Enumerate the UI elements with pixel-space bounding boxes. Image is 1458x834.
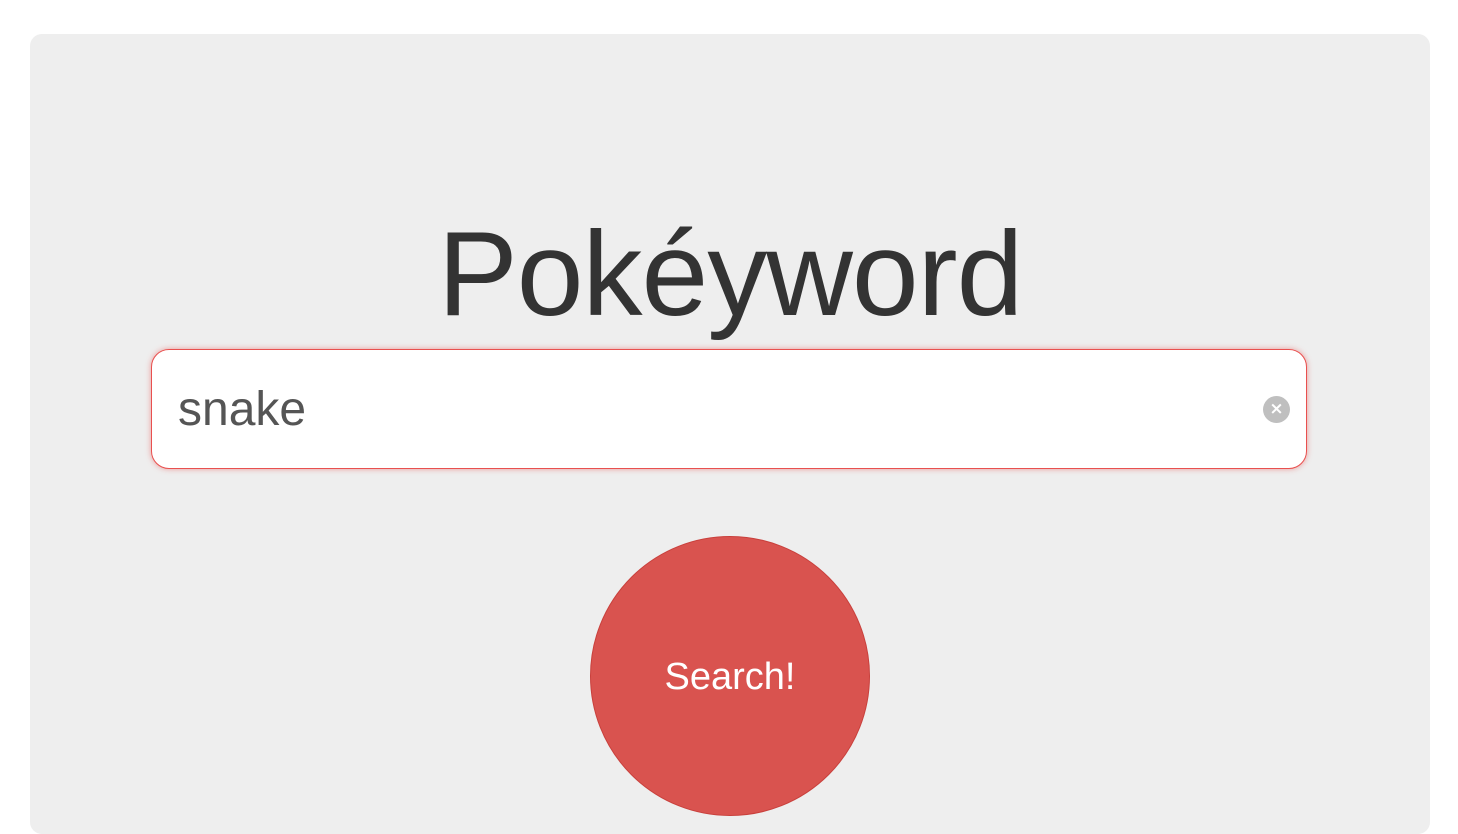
search-input[interactable] <box>178 350 1238 468</box>
clear-icon[interactable]: × <box>1263 396 1290 423</box>
page-title: Pokéyword <box>437 207 1024 341</box>
search-button[interactable]: Search! <box>590 536 870 816</box>
main-panel: Pokéyword × Search! <box>30 34 1430 834</box>
search-box: × <box>151 349 1307 469</box>
